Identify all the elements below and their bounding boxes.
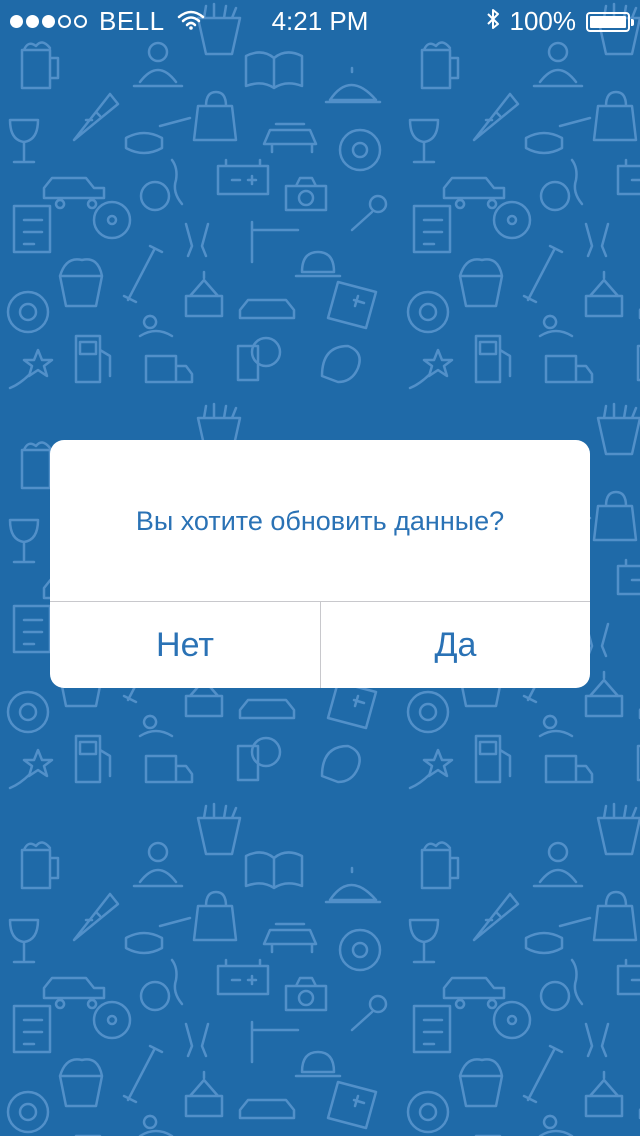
battery-icon	[586, 11, 634, 32]
bluetooth-icon	[486, 6, 500, 37]
battery-percent: 100%	[509, 6, 577, 36]
update-alert-dialog: Вы хотите обновить данные? Нет Да	[50, 440, 590, 688]
yes-button[interactable]: Да	[321, 602, 590, 688]
status-bar: BELL 4:21 PM 100%	[0, 0, 640, 40]
status-right: 100%	[486, 6, 634, 37]
no-button[interactable]: Нет	[50, 602, 320, 688]
alert-message: Вы хотите обновить данные?	[135, 505, 505, 536]
